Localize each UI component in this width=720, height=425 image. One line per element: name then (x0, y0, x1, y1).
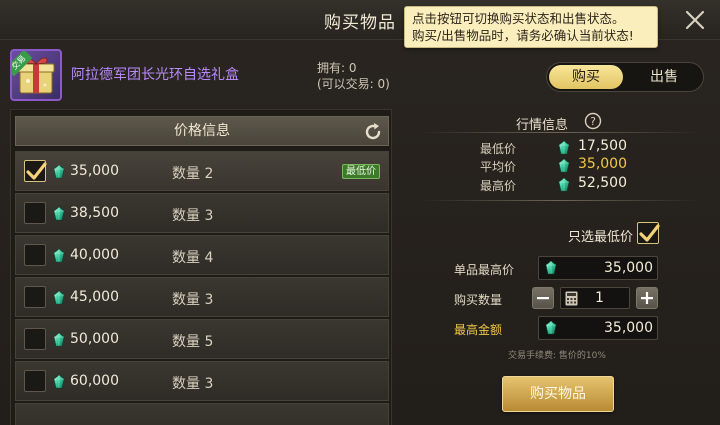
market-info-title: 行情信息 (516, 118, 569, 133)
gem-currency-icon (53, 375, 65, 389)
owned-info: 拥有: 0 (可以交易: 0) (317, 60, 390, 92)
gem-currency-icon (53, 291, 65, 305)
min-price-value: 17,500 (578, 138, 627, 154)
listing-row[interactable]: 60,000 数量 3 (15, 361, 389, 401)
listing-row[interactable]: 45,000 数量 3 (15, 277, 389, 317)
price-list-title: 价格信息 (174, 123, 230, 139)
minus-icon (537, 297, 549, 300)
listing-row[interactable]: 38,500 数量 3 (15, 193, 389, 233)
question-mark-icon: ? (584, 112, 602, 130)
item-header: 交易 阿拉德军团长光环自选礼盒 拥有: 0 (可以交易: 0) 购买 出售 (0, 40, 720, 106)
listing-checkbox[interactable] (24, 328, 46, 350)
max-price-label: 最高价 (480, 179, 517, 193)
listing-checkbox[interactable] (24, 370, 46, 392)
plus-icon (641, 292, 653, 304)
listing-row[interactable]: 40,000 数量 4 (15, 235, 389, 275)
gem-currency-icon (53, 333, 65, 347)
listing-price: 38,500 (70, 205, 119, 221)
buy-item-button[interactable]: 购买物品 (502, 376, 614, 412)
listing-quantity: 数量 3 (172, 292, 214, 308)
listing-price: 60,000 (70, 373, 119, 389)
checkmark-icon (638, 223, 660, 245)
tooltip-line-2: 购买/出售物品时，请务必确认当前状态! (412, 28, 634, 43)
price-list-header: 价格信息 (15, 116, 389, 146)
svg-text:?: ? (590, 115, 596, 128)
listing-quantity: 数量 5 (172, 334, 214, 350)
listing-checkbox[interactable] (24, 202, 46, 224)
unit-max-price-value: 35,000 (604, 260, 653, 276)
avg-price-label: 平均价 (480, 160, 517, 174)
gem-currency-icon (545, 321, 557, 335)
owned-count: 拥有: 0 (317, 61, 357, 75)
qty-decrease-button[interactable] (532, 287, 554, 309)
gem-currency-icon (53, 207, 65, 221)
listing-checkbox[interactable] (24, 286, 46, 308)
listing-price: 35,000 (70, 163, 119, 179)
listing-quantity: 数量 4 (172, 250, 214, 266)
gem-currency-icon (53, 249, 65, 263)
buy-sell-toggle[interactable]: 购买 出售 (546, 62, 704, 92)
only-lowest-checkbox[interactable] (637, 222, 659, 244)
lowest-price-badge: 最低价 (342, 164, 380, 179)
avg-price-value: 35,000 (578, 156, 627, 172)
tradable-count: (可以交易: 0) (317, 77, 390, 91)
unit-max-price-label: 单品最高价 (454, 263, 515, 277)
item-icon: 交易 (10, 49, 62, 101)
listing-checkbox[interactable] (24, 244, 46, 266)
close-button[interactable] (682, 7, 708, 33)
purchase-qty-label: 购买数量 (454, 293, 503, 307)
purchase-qty-field[interactable]: 1 (560, 287, 630, 309)
listing-price: 40,000 (70, 247, 119, 263)
divider (420, 200, 700, 201)
item-name: 阿拉德军团长光环自选礼盒 (71, 67, 239, 83)
listing-row[interactable]: 50,000 数量 5 (15, 319, 389, 359)
listing-price: 45,000 (70, 289, 119, 305)
max-total-label: 最高金额 (454, 323, 503, 337)
max-total-value: 35,000 (604, 320, 653, 336)
listing-row[interactable]: 35,000 数量 2 最低价 (15, 151, 389, 191)
toggle-buy-button[interactable]: 购买 (549, 65, 623, 89)
refresh-button[interactable] (362, 121, 384, 143)
listing-row-partial[interactable] (15, 403, 389, 425)
gem-currency-icon (558, 159, 570, 173)
listing-quantity: 数量 3 (172, 208, 214, 224)
listing-price: 50,000 (70, 331, 119, 347)
tooltip-line-1: 点击按钮可切换购买状态和出售状态。 (412, 11, 625, 26)
checkmark-icon (25, 161, 47, 183)
help-button[interactable]: ? (584, 112, 602, 130)
purchase-qty-value: 1 (595, 290, 604, 306)
gem-currency-icon (53, 165, 65, 179)
max-price-value: 52,500 (578, 175, 627, 191)
price-list-panel: 价格信息 35,000 数量 2 最低价 38,500 数量 3 40,000 … (10, 109, 392, 425)
listing-checkbox[interactable] (24, 160, 46, 182)
divider (420, 132, 700, 133)
min-price-label: 最低价 (480, 142, 517, 156)
only-lowest-label: 只选最低价 (568, 230, 634, 245)
qty-increase-button[interactable] (636, 287, 658, 309)
gem-currency-icon (558, 141, 570, 155)
max-total-field: 35,000 (538, 316, 658, 340)
unit-max-price-field[interactable]: 35,000 (538, 256, 658, 280)
gem-currency-icon (558, 178, 570, 192)
fee-note: 交易手续费: 售价的10% (508, 351, 606, 361)
listing-quantity: 数量 2 (172, 166, 214, 182)
toggle-sell-button[interactable]: 出售 (627, 65, 701, 89)
listing-quantity: 数量 3 (172, 376, 214, 392)
mode-tooltip: 点击按钮可切换购买状态和出售状态。 购买/出售物品时，请务必确认当前状态! (404, 6, 658, 48)
close-icon (685, 10, 705, 30)
calculator-icon[interactable] (565, 291, 578, 306)
gem-currency-icon (545, 261, 557, 275)
purchase-panel: 行情信息 ? 最低价 17,500 平均价 35,000 最高价 52,500 … (420, 106, 720, 425)
refresh-icon (365, 123, 381, 140)
purchase-window: 购买物品 点击按钮可切换购买状态和出售状态。 购买/出售物品时，请务必确认当前状… (0, 0, 720, 425)
